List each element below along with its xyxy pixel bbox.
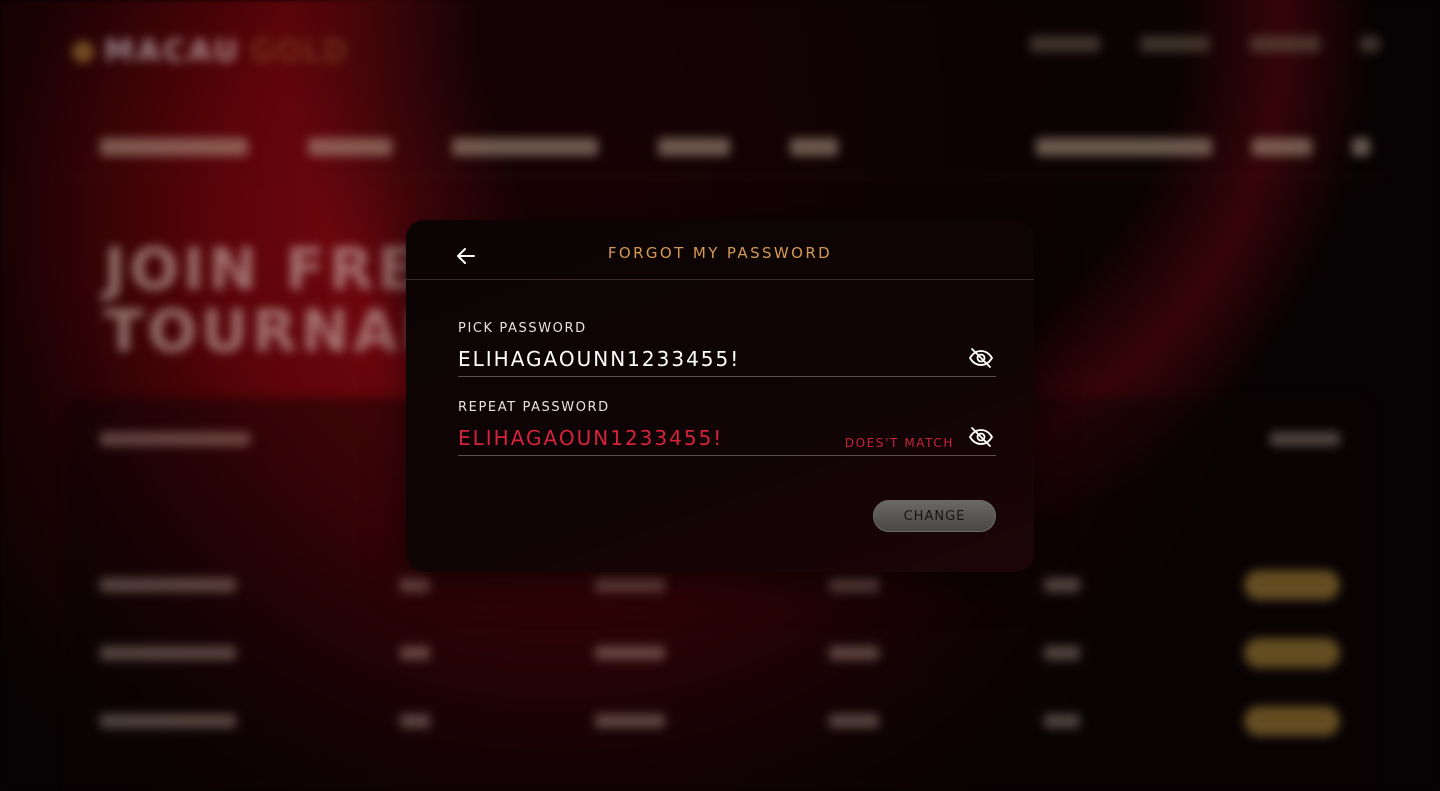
table-row bbox=[100, 570, 1340, 600]
eye-off-icon[interactable] bbox=[968, 426, 994, 448]
top-nav-item bbox=[1250, 36, 1320, 52]
table-header-cell bbox=[100, 432, 250, 446]
table-header-cell bbox=[1270, 432, 1340, 446]
logo-coin-icon bbox=[72, 40, 94, 63]
main-nav-item bbox=[452, 138, 598, 156]
logo-word-macau: MACAU bbox=[104, 34, 241, 69]
top-nav bbox=[1030, 36, 1380, 52]
main-nav-item bbox=[308, 138, 392, 156]
main-nav-item bbox=[100, 138, 248, 156]
pick-password-row bbox=[458, 345, 996, 377]
account-nav bbox=[1036, 138, 1370, 156]
main-nav bbox=[100, 138, 838, 156]
table-row bbox=[100, 638, 1340, 668]
password-mismatch-error: DOES'T MATCH bbox=[844, 436, 954, 450]
change-button[interactable]: CHANGE bbox=[873, 500, 996, 532]
nav-divider bbox=[60, 176, 1380, 177]
top-nav-item bbox=[1360, 36, 1380, 52]
logo-word-gold: GOLD bbox=[250, 34, 350, 69]
account-nav-item bbox=[1036, 138, 1212, 156]
account-nav-item bbox=[1252, 138, 1312, 156]
main-nav-item bbox=[658, 138, 730, 156]
repeat-password-field: REPEAT PASSWORD DOES'T MATCH bbox=[458, 400, 996, 456]
main-nav-item bbox=[790, 138, 838, 156]
top-nav-item bbox=[1030, 36, 1100, 52]
pick-password-input[interactable] bbox=[458, 345, 938, 373]
top-nav-item bbox=[1140, 36, 1210, 52]
forgot-password-modal: FORGOT MY PASSWORD PICK PASSWORD REPEAT … bbox=[406, 220, 1034, 572]
pick-password-label: PICK PASSWORD bbox=[458, 321, 587, 336]
table-row bbox=[100, 706, 1340, 736]
pick-password-field: PICK PASSWORD bbox=[458, 321, 996, 377]
eye-off-icon[interactable] bbox=[968, 347, 994, 369]
site-logo: MACAU GOLD bbox=[72, 34, 349, 69]
repeat-password-row: DOES'T MATCH bbox=[458, 424, 996, 456]
modal-title: FORGOT MY PASSWORD bbox=[607, 244, 833, 262]
modal-header: FORGOT MY PASSWORD bbox=[406, 220, 1034, 280]
repeat-password-label: REPEAT PASSWORD bbox=[458, 400, 610, 415]
search-icon bbox=[1352, 138, 1370, 156]
